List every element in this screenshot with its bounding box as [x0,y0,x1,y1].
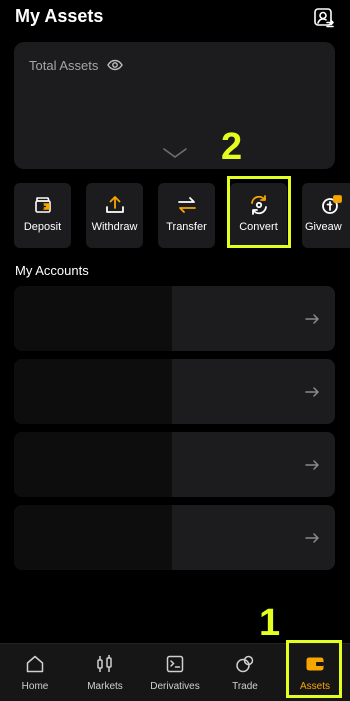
arrow-right-icon [304,457,320,473]
home-icon [25,654,45,674]
candlestick-icon [95,654,115,674]
trade-icon [235,654,255,674]
chevron-down-icon[interactable] [161,145,189,161]
account-row[interactable] [14,432,335,497]
withdraw-button[interactable]: Withdraw [86,183,143,248]
my-accounts-title: My Accounts [15,263,89,278]
nav-item-trade[interactable]: Trade [210,644,280,701]
account-row[interactable] [14,359,335,424]
deposit-label: Deposit [23,221,62,233]
redacted-block [14,359,172,424]
step-2-marker: 2 [221,126,243,168]
nav-item-derivatives[interactable]: Derivatives [140,644,210,701]
header: My Assets [0,0,350,36]
account-row[interactable] [14,505,335,570]
eye-icon[interactable] [107,57,123,73]
total-assets-label: Total Assets [29,58,99,73]
step-1-marker: 1 [259,602,281,644]
assets-tab-highlight [286,640,342,698]
redacted-block [14,286,172,351]
withdraw-icon [103,193,127,217]
total-assets-card: Total Assets [14,42,335,169]
withdraw-label: Withdraw [91,221,138,233]
deposit-icon [31,193,55,217]
arrow-right-icon [304,311,320,327]
page-title: My Assets [15,6,104,26]
transfer-icon [175,193,199,217]
quick-actions: Deposit Withdraw Transfer Convert Giveaw [0,183,350,249]
nav-label-home: Home [21,681,49,692]
arrow-right-icon [304,530,320,546]
nav-label-derivatives: Derivatives [150,681,200,692]
arrow-right-icon [304,384,320,400]
derivatives-icon [165,654,185,674]
giveaway-button[interactable]: Giveaw [302,183,350,248]
deposit-button[interactable]: Deposit [14,183,71,248]
transfer-button[interactable]: Transfer [158,183,215,248]
nav-label-markets: Markets [87,681,123,692]
convert-highlight [227,176,291,248]
nav-label-trade: Trade [232,681,258,692]
redacted-block [14,432,172,497]
giveaway-label: Giveaw [305,221,342,233]
giveaway-icon [319,193,343,217]
transfer-label: Transfer [166,221,207,233]
redacted-block [14,505,172,570]
nav-item-markets[interactable]: Markets [70,644,140,701]
nav-item-home[interactable]: Home [0,644,70,701]
account-row[interactable] [14,286,335,351]
profile-switch-icon[interactable] [312,6,336,30]
